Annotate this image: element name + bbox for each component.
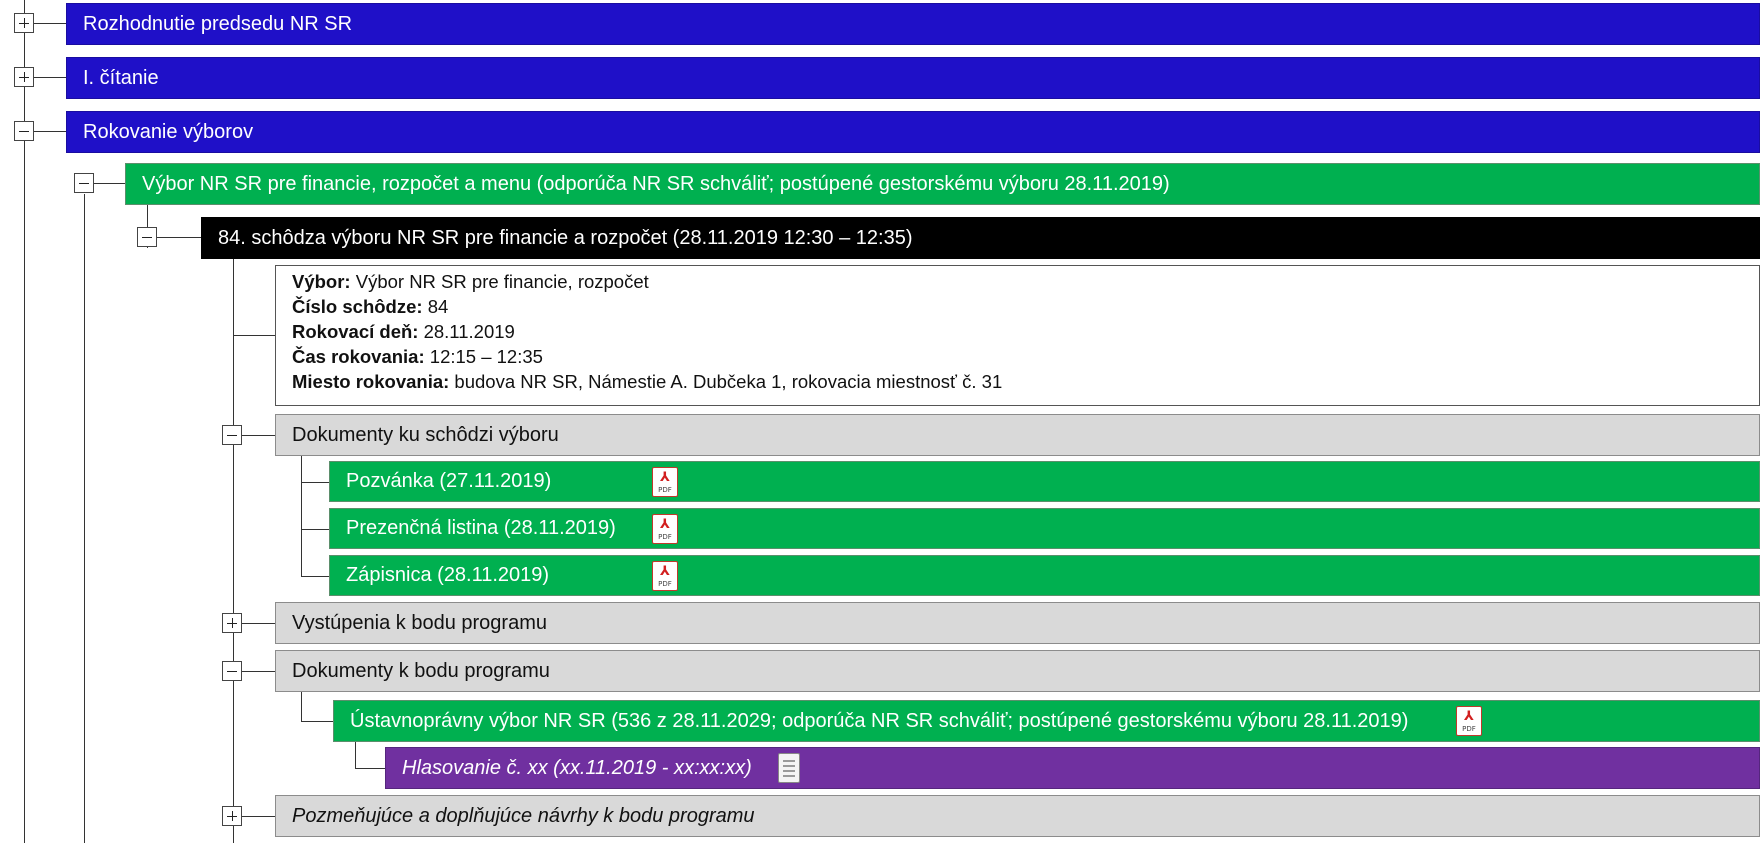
collapse-toggle-vybor[interactable] (74, 173, 94, 193)
node-rozhodnutie-label: Rozhodnutie predsedu NR SR (83, 12, 353, 35)
connector-ustavnopravny (301, 721, 333, 722)
connector-hlasovanie (355, 768, 385, 769)
node-pozmenujuce-label: Pozmeňujúce a doplňujúce návrhy k bodu p… (292, 804, 755, 827)
doc-pozvanka[interactable]: Pozvánka (27.11.2019) (329, 461, 1760, 502)
pdf-icon[interactable]: ⅄ PDF (652, 561, 678, 591)
doc-pozvanka-label: Pozvánka (27.11.2019) (346, 470, 552, 492)
document-icon[interactable] (778, 753, 800, 783)
tree-line-docs (301, 446, 302, 577)
node-pozmenujuce[interactable]: Pozmeňujúce a doplňujúce návrhy k bodu p… (275, 795, 1760, 837)
pdf-icon-glyph: ⅄ (660, 469, 670, 484)
doc-ustavnopravny-vybor[interactable]: Ústavnoprávny výbor NR SR (536 z 28.11.2… (333, 700, 1760, 742)
node-dokumenty-schodza-label: Dokumenty ku schôdzi výboru (292, 423, 559, 446)
node-schodza-label: 84. schôdza výboru NR SR pre financie a … (218, 226, 913, 249)
tree-line-level-1 (84, 194, 85, 843)
doc-hlasovanie[interactable]: Hlasovanie č. xx (xx.11.2019 - xx:xx:xx) (385, 747, 1760, 789)
pdf-icon[interactable]: ⅄ PDF (652, 514, 678, 544)
doc-zapisnica-label: Zápisnica (28.11.2019) (346, 564, 550, 586)
expand-toggle-rozhodnutie[interactable] (14, 13, 34, 33)
node-rokovanie-vyborov[interactable]: Rokovanie výborov (66, 111, 1760, 153)
node-vystupenia-label: Vystúpenia k bodu programu (292, 611, 547, 634)
info-miesto-value: budova NR SR, Námestie A. Dubčeka 1, rok… (449, 371, 1003, 392)
pdf-icon-glyph: ⅄ (660, 563, 670, 578)
tree-line-ustavnopravny (355, 738, 356, 769)
info-row-cas: Čas rokovania: 12:15 – 12:35 (292, 344, 1759, 369)
collapse-toggle-schodza[interactable] (137, 227, 157, 247)
collapse-toggle-dokumenty-bod[interactable] (222, 661, 242, 681)
connector-prezencna (301, 529, 329, 530)
pdf-icon-tag: PDF (658, 580, 672, 588)
tree-line-level-3 (233, 248, 234, 843)
info-den-label: Rokovací deň: (292, 321, 419, 342)
node-dokumenty-bod[interactable]: Dokumenty k bodu programu (275, 650, 1760, 692)
doc-hlasovanie-label: Hlasovanie č. xx (xx.11.2019 - xx:xx:xx) (402, 756, 752, 779)
info-row-miesto: Miesto rokovania: budova NR SR, Námestie… (292, 369, 1759, 394)
info-vybor-label: Výbor: (292, 271, 351, 292)
info-vybor-value: Výbor NR SR pre financie, rozpočet (350, 271, 649, 292)
connector-info (233, 335, 275, 336)
info-cislo-label: Číslo schôdze: (292, 296, 423, 317)
node-citanie-label: I. čítanie (83, 66, 159, 89)
doc-prezencna-label: Prezenčná listina (28.11.2019) (346, 517, 616, 539)
doc-zapisnica[interactable]: Zápisnica (28.11.2019) (329, 555, 1760, 596)
node-dokumenty-schodza[interactable]: Dokumenty ku schôdzi výboru (275, 414, 1760, 456)
pdf-icon-glyph: ⅄ (1464, 708, 1474, 723)
node-vybor-financie[interactable]: Výbor NR SR pre financie, rozpočet a men… (125, 163, 1760, 205)
node-vybor-financie-label: Výbor NR SR pre financie, rozpočet a men… (142, 172, 1170, 195)
pdf-icon-tag: PDF (658, 533, 672, 541)
connector-zapisnica (301, 576, 329, 577)
pdf-icon[interactable]: ⅄ PDF (652, 467, 678, 497)
doc-ustavnopravny-label: Ústavnoprávny výbor NR SR (536 z 28.11.2… (350, 709, 1409, 732)
pdf-icon-tag: PDF (658, 486, 672, 494)
pdf-icon[interactable]: ⅄ PDF (1456, 706, 1482, 736)
node-schodza[interactable]: 84. schôdza výboru NR SR pre financie a … (201, 217, 1760, 259)
collapse-toggle-rokovanie[interactable] (14, 121, 34, 141)
info-row-vybor: Výbor: Výbor NR SR pre financie, rozpoče… (292, 269, 1759, 294)
info-row-cislo: Číslo schôdze: 84 (292, 294, 1759, 319)
expand-toggle-citanie[interactable] (14, 67, 34, 87)
info-den-value: 28.11.2019 (418, 321, 515, 342)
info-cas-value: 12:15 – 12:35 (424, 346, 543, 367)
node-rozhodnutie[interactable]: Rozhodnutie predsedu NR SR (66, 3, 1760, 45)
info-row-den: Rokovací deň: 28.11.2019 (292, 319, 1759, 344)
node-rokovanie-label: Rokovanie výborov (83, 120, 254, 143)
pdf-icon-glyph: ⅄ (660, 516, 670, 531)
schodza-info-panel: Výbor: Výbor NR SR pre financie, rozpoče… (275, 265, 1760, 406)
info-cas-label: Čas rokovania: (292, 346, 425, 367)
info-cislo-value: 84 (422, 296, 449, 317)
node-citanie[interactable]: I. čítanie (66, 57, 1760, 99)
doc-prezencna-listina[interactable]: Prezenčná listina (28.11.2019) (329, 508, 1760, 549)
expand-toggle-pozmenujuce[interactable] (222, 806, 242, 826)
info-miesto-label: Miesto rokovania: (292, 371, 450, 392)
connector-pozvanka (301, 482, 329, 483)
pdf-icon-tag: PDF (1462, 725, 1476, 733)
node-vystupenia[interactable]: Vystúpenia k bodu programu (275, 602, 1760, 644)
node-dokumenty-bod-label: Dokumenty k bodu programu (292, 659, 550, 682)
collapse-toggle-dokumenty-schodza[interactable] (222, 425, 242, 445)
expand-toggle-vystupenia[interactable] (222, 613, 242, 633)
